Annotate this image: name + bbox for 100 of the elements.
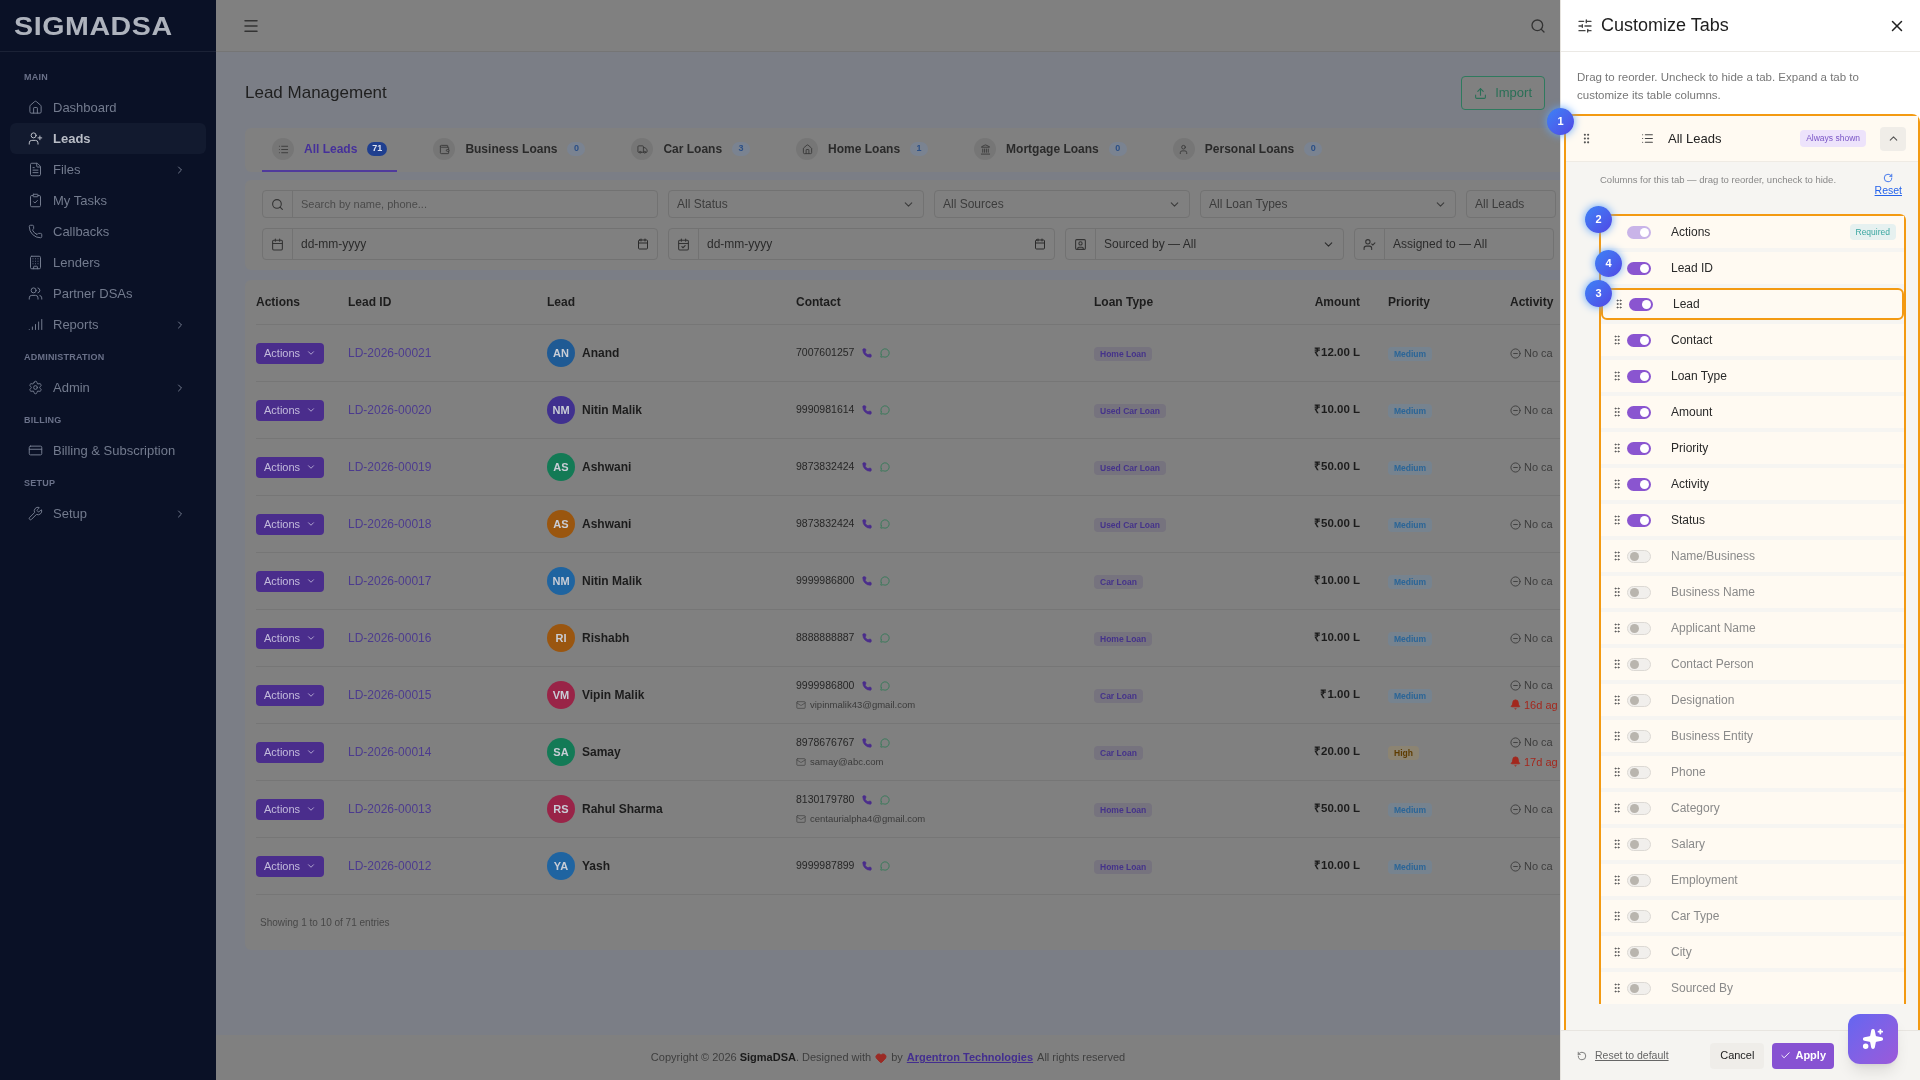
drag-handle-icon[interactable] (1611, 370, 1623, 382)
toggle-switch[interactable] (1627, 765, 1651, 779)
actions-button[interactable]: Actions (256, 684, 325, 706)
drag-handle-icon[interactable] (1611, 802, 1623, 814)
toggle-switch[interactable] (1627, 837, 1651, 851)
nav-item[interactable]: Partner DSAs (10, 278, 206, 309)
loan-tab[interactable]: Mortgage Loans 0 (964, 128, 1137, 172)
drag-handle-icon[interactable] (1611, 622, 1623, 634)
column-row[interactable]: Category (1601, 792, 1904, 824)
drag-handle-icon[interactable] (1611, 910, 1623, 922)
apply-button[interactable]: Apply (1772, 1042, 1834, 1069)
column-row[interactable]: Salary (1601, 828, 1904, 860)
column-row[interactable]: Contact (1601, 324, 1904, 356)
drag-handle-icon[interactable] (1611, 838, 1623, 850)
drag-handle-icon[interactable] (1611, 442, 1623, 454)
collapse-button[interactable] (1880, 126, 1906, 151)
drag-handle-icon[interactable] (1611, 334, 1623, 346)
loan-tab[interactable]: Business Loans 0 (423, 128, 596, 172)
lead-id-link[interactable]: LD-2026-00015 (348, 686, 432, 704)
phone-icon[interactable] (862, 794, 873, 805)
actions-button[interactable]: Actions (256, 855, 325, 877)
nav-item[interactable]: Setup (10, 498, 206, 529)
filter-select[interactable]: All Leads (1466, 190, 1556, 218)
lead-id-link[interactable]: LD-2026-00017 (348, 572, 432, 590)
sourced-by-select[interactable]: Sourced by — All (1065, 228, 1344, 260)
cancel-button[interactable]: Cancel (1710, 1042, 1765, 1069)
column-row[interactable]: Name/Business (1601, 540, 1904, 572)
actions-button[interactable]: Actions (256, 741, 325, 763)
column-row[interactable]: Applicant Name (1601, 612, 1904, 644)
lead-id-link[interactable]: LD-2026-00018 (348, 515, 432, 533)
phone-icon[interactable] (862, 737, 873, 748)
drag-handle-icon[interactable] (1611, 478, 1623, 490)
column-row[interactable]: Lead (1601, 288, 1904, 320)
phone-icon[interactable] (862, 633, 873, 643)
column-row[interactable]: Priority (1601, 432, 1904, 464)
column-row[interactable]: Car Type (1601, 900, 1904, 932)
actions-button[interactable]: Actions (256, 627, 325, 649)
toggle-switch[interactable] (1627, 657, 1651, 671)
actions-button[interactable]: Actions (256, 570, 325, 592)
nav-item[interactable]: Leads (10, 123, 206, 154)
loan-tab[interactable]: Car Loans 3 (621, 128, 761, 172)
phone-icon[interactable] (862, 405, 873, 415)
phone-icon[interactable] (862, 462, 873, 472)
column-row[interactable]: Business Name (1601, 576, 1904, 608)
assistant-button[interactable] (1848, 1014, 1898, 1064)
phone-icon[interactable] (862, 348, 873, 358)
toggle-switch[interactable] (1627, 585, 1651, 599)
drag-handle-icon[interactable] (1611, 514, 1623, 526)
drag-handle-icon[interactable] (1611, 586, 1623, 598)
phone-icon[interactable] (862, 680, 873, 691)
phone-icon[interactable] (862, 576, 873, 586)
actions-button[interactable]: Actions (256, 513, 325, 535)
nav-item[interactable]: Lenders (10, 247, 206, 278)
drag-handle-icon[interactable] (1611, 874, 1623, 886)
toggle-switch[interactable] (1627, 693, 1651, 707)
toggle-switch[interactable] (1627, 981, 1651, 995)
column-row[interactable]: Amount (1601, 396, 1904, 428)
lead-id-link[interactable]: LD-2026-00016 (348, 629, 432, 647)
drag-handle-icon[interactable] (1611, 694, 1623, 706)
column-row[interactable]: City (1601, 936, 1904, 968)
drag-handle-icon[interactable] (1611, 406, 1623, 418)
lead-id-link[interactable]: LD-2026-00013 (348, 800, 432, 818)
nav-item[interactable]: Billing & Subscription (10, 435, 206, 466)
date-field[interactable]: dd-mm-yyyy (668, 228, 1055, 260)
column-row[interactable]: Contact Person (1601, 648, 1904, 680)
actions-button[interactable]: Actions (256, 342, 325, 364)
search-icon[interactable] (1530, 17, 1546, 34)
column-row[interactable]: Phone (1601, 756, 1904, 788)
reset-default-link[interactable]: Reset to default (1595, 1047, 1703, 1064)
toggle-switch[interactable] (1629, 297, 1653, 311)
filter-select[interactable]: All Status (668, 190, 924, 218)
drag-handle-icon[interactable] (1611, 550, 1623, 562)
toggle-switch[interactable] (1627, 261, 1651, 275)
phone-icon[interactable] (862, 519, 873, 529)
filter-select[interactable]: All Loan Types (1200, 190, 1456, 218)
toggle-switch[interactable] (1627, 621, 1651, 635)
nav-item[interactable]: Dashboard (10, 92, 206, 123)
column-row[interactable]: Employment (1601, 864, 1904, 896)
nav-item[interactable]: Callbacks (10, 216, 206, 247)
toggle-switch[interactable] (1627, 729, 1651, 743)
toggle-switch[interactable] (1627, 513, 1651, 527)
column-row[interactable]: Designation (1601, 684, 1904, 716)
actions-button[interactable]: Actions (256, 798, 325, 820)
phone-icon[interactable] (862, 861, 873, 871)
column-row[interactable]: Business Entity (1601, 720, 1904, 752)
lead-id-link[interactable]: LD-2026-00014 (348, 743, 432, 761)
reset-link[interactable]: Reset (1874, 183, 1902, 199)
lead-id-link[interactable]: LD-2026-00021 (348, 344, 432, 362)
toggle-switch[interactable] (1627, 909, 1651, 923)
toggle-switch[interactable] (1627, 441, 1651, 455)
nav-item[interactable]: Files (10, 154, 206, 185)
lead-id-link[interactable]: LD-2026-00019 (348, 458, 432, 476)
assigned-to-select[interactable]: Assigned to — All (1354, 228, 1554, 260)
drag-handle-icon[interactable] (1611, 982, 1623, 994)
company-link[interactable]: Argentron Technologies (906, 1049, 1034, 1066)
date-field[interactable]: dd-mm-yyyy (262, 228, 658, 260)
nav-item[interactable]: My Tasks (10, 185, 206, 216)
drag-handle-icon[interactable] (1611, 766, 1623, 778)
toggle-switch[interactable] (1627, 801, 1651, 815)
actions-button[interactable]: Actions (256, 456, 325, 478)
